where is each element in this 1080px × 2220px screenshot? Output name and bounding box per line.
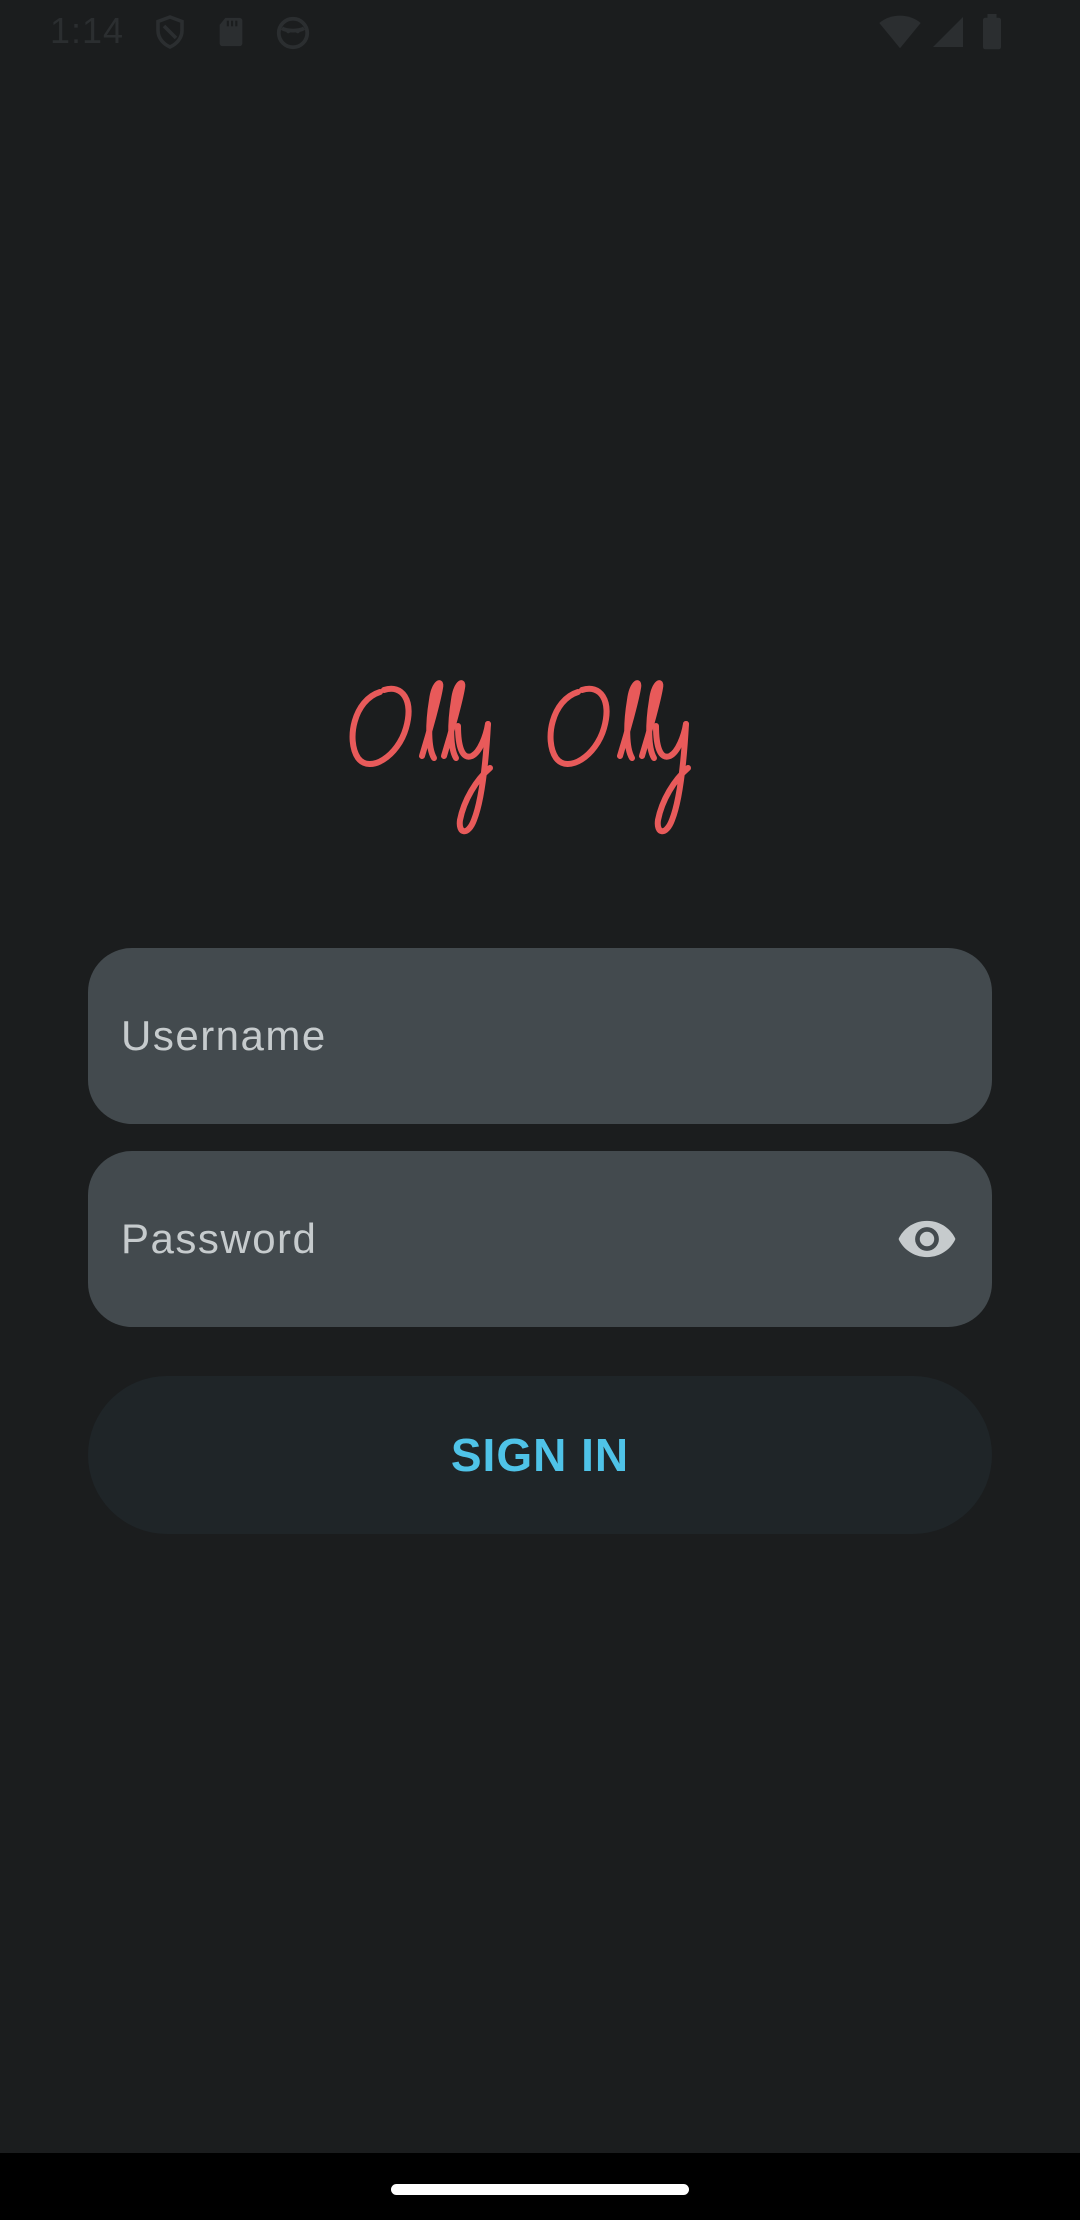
battery-icon [980,14,1004,54]
app-logo [340,670,740,850]
sign-in-label: SIGN IN [450,1429,630,1481]
username-placeholder: Username [121,1012,327,1059]
status-time: 1:14 [50,10,125,51]
shield-icon [152,14,188,54]
sd-card-icon [214,14,248,54]
face-icon [274,14,312,56]
password-field[interactable]: Password [88,1151,992,1327]
status-bar: 1:14 [0,0,1080,64]
eye-icon[interactable] [896,1208,958,1270]
login-screen: 1:14 Username Password SIGN IN [0,0,1080,2220]
navigation-bar [0,2153,1080,2220]
wifi-icon [878,14,922,54]
password-placeholder: Password [121,1215,318,1262]
signal-icon [930,14,966,54]
home-handle[interactable] [391,2184,689,2195]
username-field[interactable]: Username [88,948,992,1124]
sign-in-button[interactable]: SIGN IN [88,1376,992,1534]
